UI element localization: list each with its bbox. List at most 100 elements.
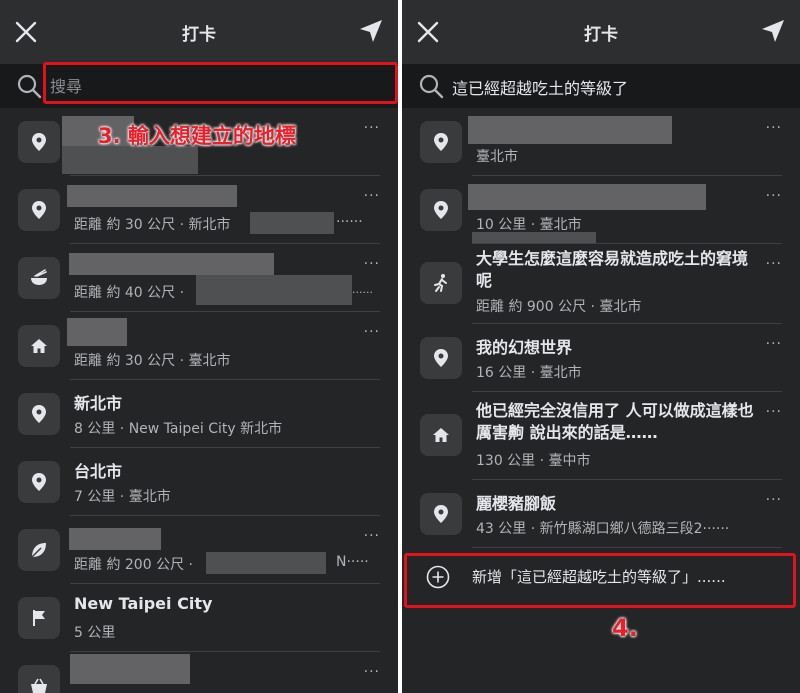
more-options-button[interactable]: ··· xyxy=(766,256,782,272)
redacted-name xyxy=(69,253,274,275)
search-bar[interactable]: 這已經超越吃土的等級了 xyxy=(402,64,800,108)
home-icon xyxy=(31,339,47,353)
list-item[interactable]: 距離 約 30 公尺 · 新北市 ······ ··· xyxy=(0,176,398,244)
add-circle-icon xyxy=(426,565,450,589)
close-icon xyxy=(15,21,37,43)
place-icon xyxy=(18,189,60,231)
search-input[interactable] xyxy=(50,72,380,100)
redacted-name xyxy=(62,146,198,174)
place-name: 麗櫻豬腳飯 xyxy=(476,494,557,513)
place-distance: 10 公里 · 臺北市 xyxy=(476,217,582,233)
running-person-icon xyxy=(434,274,447,292)
list-item[interactable]: 臺北市 ··· xyxy=(402,108,800,176)
map-pin-icon xyxy=(434,133,448,151)
more-options-button[interactable]: ··· xyxy=(766,336,782,352)
list-item[interactable]: 距離 約 200 公尺 · N····· ··· xyxy=(0,516,398,584)
place-name: 他已經完全沒信用了 人可以做成這樣也厲害齁 說出來的話是…… xyxy=(476,401,754,442)
redacted-address xyxy=(206,552,326,574)
place-icon xyxy=(18,529,60,571)
place-icon xyxy=(420,262,462,304)
more-options-button[interactable]: ··· xyxy=(364,188,380,204)
more-options-button[interactable]: ··· xyxy=(766,120,782,136)
map-pin-icon xyxy=(32,133,46,151)
close-button[interactable] xyxy=(416,20,440,44)
map-pin-icon xyxy=(434,201,448,219)
place-icon xyxy=(420,121,462,163)
list-item[interactable]: ··· xyxy=(0,652,398,693)
search-input[interactable]: 這已經超越吃土的等級了 xyxy=(452,75,628,99)
place-distance: 距離 約 200 公尺 · xyxy=(74,557,193,573)
more-options-button[interactable]: ··· xyxy=(766,404,782,420)
place-icon xyxy=(420,493,462,535)
place-name: 新北市 xyxy=(74,394,123,413)
more-options-button[interactable]: ··· xyxy=(364,528,380,544)
right-checkin-screen: 打卡 這已經超越吃土的等級了 臺北市 ··· 10 公里 · 臺北市 ··· 大… xyxy=(402,0,800,693)
redacted-address xyxy=(250,212,334,234)
list-item[interactable]: 距離 約 40 公尺 · ······ ··· xyxy=(0,244,398,312)
top-bar: 打卡 xyxy=(0,0,398,64)
map-pin-icon xyxy=(434,505,448,523)
place-distance: 43 公里 · 新竹縣湖口鄉八德路三段2······ xyxy=(476,521,730,537)
list-item[interactable]: 我的幻想世界 16 公里 · 臺北市 ··· xyxy=(402,324,800,392)
step-annotation: 3. 輸入想建立的地標 xyxy=(98,124,296,148)
place-distance: 距離 約 900 公尺 · 臺北市 xyxy=(476,299,642,315)
page-title: 打卡 xyxy=(182,25,216,45)
top-bar: 打卡 xyxy=(402,0,800,64)
location-button[interactable] xyxy=(358,18,384,44)
navigation-arrow-icon xyxy=(360,20,382,42)
add-place-button[interactable]: 新增「這已經超越吃土的等級了」...... xyxy=(402,548,800,608)
more-options-button[interactable]: ··· xyxy=(364,120,380,136)
more-options-button[interactable]: ··· xyxy=(364,324,380,340)
truncation: N····· xyxy=(336,554,369,570)
map-pin-icon xyxy=(32,405,46,423)
place-name: New Taipei City xyxy=(74,594,213,613)
place-icon xyxy=(18,325,60,367)
list-item[interactable]: 麗櫻豬腳飯 43 公里 · 新竹縣湖口鄉八德路三段2······ ··· xyxy=(402,480,800,548)
place-distance: 130 公里 · 臺中市 xyxy=(476,453,591,469)
place-name: 我的幻想世界 xyxy=(476,338,573,357)
place-distance: 7 公里 · 臺北市 xyxy=(74,489,171,505)
map-pin-icon xyxy=(434,349,448,367)
list-item[interactable]: New Taipei City 5 公里 xyxy=(0,584,398,652)
redacted-name xyxy=(70,654,190,684)
truncation: ······ xyxy=(336,214,363,230)
place-list: ··· 距離 約 30 公尺 · 新北市 ······ ··· 距離 約 40 … xyxy=(0,108,398,693)
navigation-arrow-icon xyxy=(762,20,784,42)
location-button[interactable] xyxy=(760,18,786,44)
place-name: 大學生怎麼這麼容易就造成吃土的窘境呢 xyxy=(476,249,749,290)
place-distance: 距離 約 40 公尺 · xyxy=(74,285,185,301)
close-icon xyxy=(417,21,439,43)
place-icon xyxy=(420,189,462,231)
place-distance: 5 公里 xyxy=(74,625,116,641)
search-icon xyxy=(419,74,444,99)
list-item[interactable]: 10 公里 · 臺北市 ··· xyxy=(402,176,800,244)
place-distance: 距離 約 30 公尺 · 新北市 xyxy=(74,217,231,233)
more-options-button[interactable]: ··· xyxy=(766,188,782,204)
close-button[interactable] xyxy=(14,20,38,44)
place-distance: 8 公里 · New Taipei City 新北市 xyxy=(74,421,283,437)
list-item[interactable]: 大學生怎麼這麼容易就造成吃土的窘境呢 距離 約 900 公尺 · 臺北市 ··· xyxy=(402,244,800,324)
list-item[interactable]: 他已經完全沒信用了 人可以做成這樣也厲害齁 說出來的話是…… 130 公里 · … xyxy=(402,392,800,480)
place-icon xyxy=(18,597,60,639)
more-options-button[interactable]: ··· xyxy=(766,492,782,508)
search-icon xyxy=(17,74,42,99)
place-list: 臺北市 ··· 10 公里 · 臺北市 ··· 大學生怎麼這麼容易就造成吃土的窘… xyxy=(402,108,800,608)
place-icon xyxy=(18,121,60,163)
place-icon xyxy=(18,257,60,299)
truncation: ······ xyxy=(352,286,373,299)
more-options-button[interactable]: ··· xyxy=(364,256,380,272)
place-distance: 臺北市 xyxy=(476,149,518,165)
left-checkin-screen: 打卡 ··· 距離 約 30 公尺 · 新北市 ······ ··· xyxy=(0,0,398,693)
list-item[interactable]: 距離 約 30 公尺 · 臺北市 ··· xyxy=(0,312,398,380)
redacted-name xyxy=(468,184,706,210)
list-item[interactable]: 新北市 8 公里 · New Taipei City 新北市 xyxy=(0,380,398,448)
more-options-button[interactable]: ··· xyxy=(364,664,380,680)
home-icon xyxy=(433,428,449,442)
list-item[interactable]: 台北市 7 公里 · 臺北市 xyxy=(0,448,398,516)
redacted-address xyxy=(196,275,352,305)
place-icon xyxy=(420,414,462,456)
map-pin-icon xyxy=(32,201,46,219)
step-annotation: 4. xyxy=(612,614,638,642)
page-title: 打卡 xyxy=(584,25,618,45)
place-icon xyxy=(18,461,60,503)
